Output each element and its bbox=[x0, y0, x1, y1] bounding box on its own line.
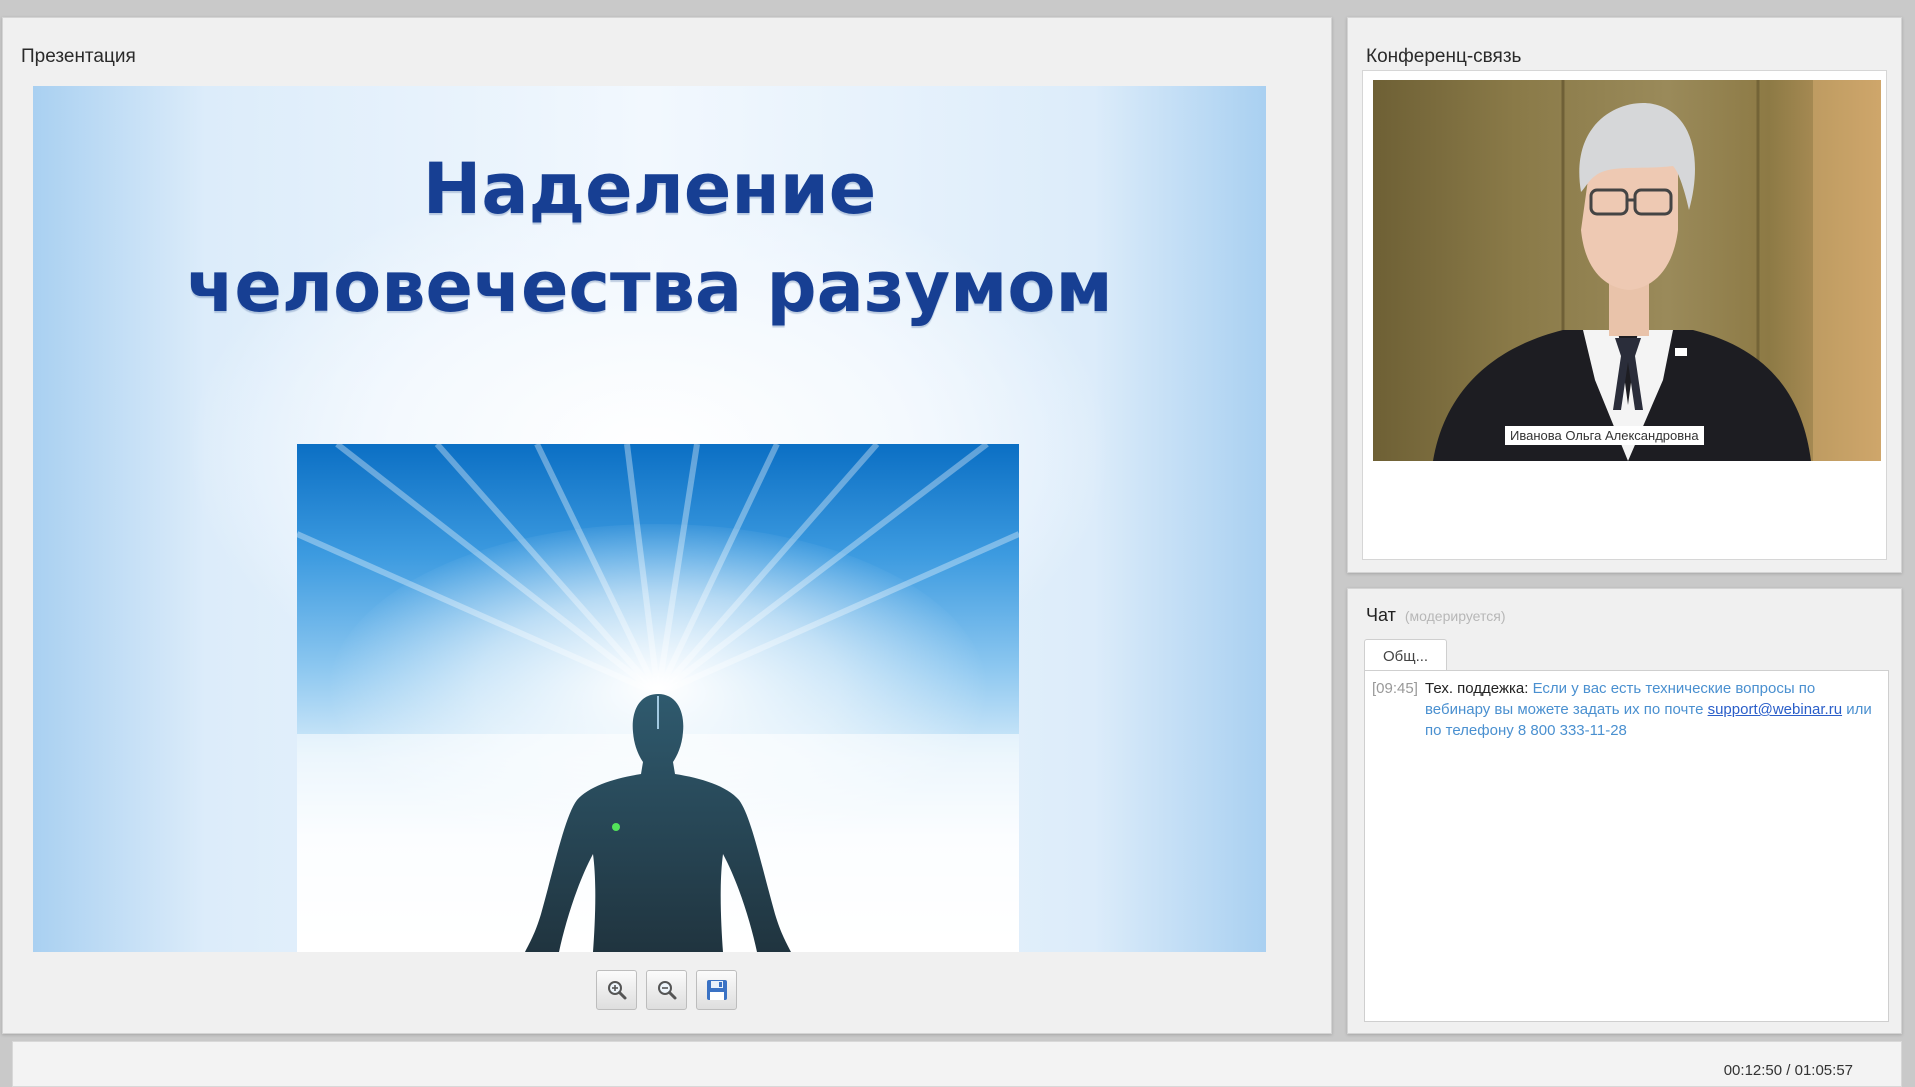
save-button[interactable] bbox=[696, 970, 737, 1010]
speaker-name-label: Иванова Ольга Александровна bbox=[1505, 426, 1704, 445]
slide-title-line-1: Наделение bbox=[422, 148, 877, 230]
conference-panel: Конференц-связь Иванова Ольга Александро… bbox=[1347, 17, 1902, 573]
chat-header: Чат (модерируется) bbox=[1366, 605, 1506, 626]
chat-title: Чат bbox=[1366, 605, 1396, 625]
chat-message: [09:45] Тех. поддежка: Если у вас есть т… bbox=[1372, 678, 1877, 741]
presentation-title: Презентация bbox=[21, 46, 136, 67]
conference-title: Конференц-связь bbox=[1366, 46, 1522, 67]
speaker-video[interactable]: Иванова Ольга Александровна bbox=[1373, 80, 1881, 461]
chat-panel: Чат (модерируется) Общ... [09:45] Тех. п… bbox=[1347, 588, 1902, 1034]
chat-message-time: [09:45] bbox=[1372, 680, 1418, 697]
human-silhouette-illustration bbox=[297, 444, 1019, 952]
playback-bar: 00:12:50 / 01:05:57 bbox=[12, 1041, 1902, 1087]
slide-title-line-2: человечества разумом bbox=[186, 246, 1113, 328]
speaker-video-illustration bbox=[1433, 80, 1881, 461]
slide-toolbar bbox=[596, 970, 737, 1010]
chat-moderated-note: (модерируется) bbox=[1404, 608, 1506, 624]
video-area: Иванова Ольга Александровна bbox=[1362, 70, 1887, 560]
presentation-panel: Презентация Наделение человечества разум… bbox=[2, 17, 1332, 1034]
slide-illustration bbox=[297, 444, 1019, 952]
chat-tab-general[interactable]: Общ... bbox=[1364, 639, 1448, 672]
zoom-out-button[interactable] bbox=[646, 970, 687, 1010]
zoom-out-icon bbox=[657, 981, 676, 1000]
zoom-in-icon bbox=[607, 981, 626, 1000]
presentation-slide: Наделение человечества разумом bbox=[33, 86, 1266, 952]
save-icon bbox=[706, 980, 727, 1000]
playback-time: 00:12:50 / 01:05:57 bbox=[1723, 1062, 1853, 1079]
chat-message-author: Тех. поддежка: bbox=[1425, 680, 1529, 697]
support-email-link[interactable]: support@webinar.ru bbox=[1708, 701, 1842, 718]
chat-messages: [09:45] Тех. поддежка: Если у вас есть т… bbox=[1364, 670, 1889, 1022]
zoom-in-button[interactable] bbox=[596, 970, 637, 1010]
